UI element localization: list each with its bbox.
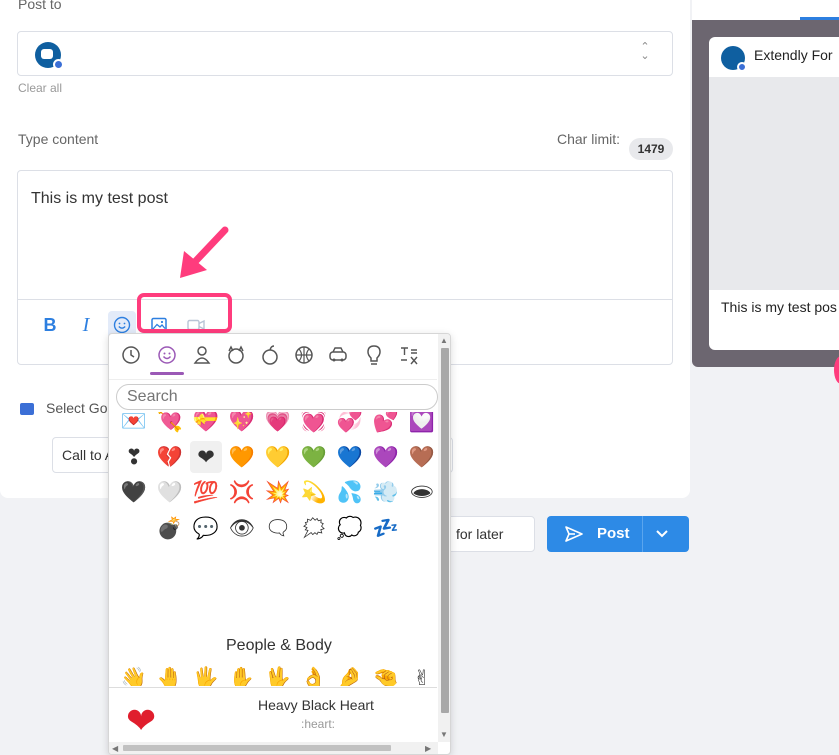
symbol-emoji[interactable]: 💭 — [334, 512, 366, 544]
annotation-arrow-icon — [180, 226, 229, 278]
people-emoji[interactable]: 🖖 — [262, 662, 294, 686]
post-button[interactable]: Post — [547, 516, 689, 552]
symbol-emoji[interactable]: 💓 — [298, 412, 330, 437]
symbol-emoji[interactable]: ❣ — [118, 441, 150, 473]
people-emoji[interactable]: 🤏 — [370, 662, 402, 686]
later-label: for later — [456, 526, 504, 542]
char-limit-badge: 1479 — [629, 138, 673, 160]
symbol-emoji[interactable]: 💙 — [334, 441, 366, 473]
chevron-down-icon[interactable] — [655, 529, 669, 539]
symbol-emoji[interactable]: 💜 — [370, 441, 402, 473]
symbol-emoji[interactable]: 🤎 — [406, 441, 437, 473]
travel-icon[interactable] — [325, 342, 351, 370]
post-label: Post — [597, 525, 630, 542]
people-body-section-title: People & Body — [226, 637, 332, 654]
select-go-label: Select Go — [46, 400, 108, 416]
symbol-emoji[interactable]: 💔 — [154, 441, 186, 473]
symbol-emoji[interactable]: 💬 — [190, 512, 222, 544]
people-emoji[interactable]: 🤚 — [154, 662, 186, 686]
scroll-right-icon[interactable]: ▶ — [425, 744, 431, 753]
preview-badge-icon — [737, 62, 747, 72]
post-to-select[interactable]: ⌃ ⌄ — [17, 31, 673, 76]
symbol-emoji[interactable]: 🗯 — [298, 512, 330, 544]
symbol-emoji[interactable]: 💣 — [154, 512, 186, 544]
activity-icon[interactable] — [291, 342, 317, 370]
symbol-emoji[interactable]: 💞 — [334, 412, 366, 437]
scroll-up-icon[interactable]: ▲ — [440, 336, 448, 345]
preview-tab-indicator — [800, 17, 839, 20]
vertical-scrollbar-thumb[interactable] — [441, 348, 449, 713]
symbol-emoji[interactable]: 💫 — [298, 476, 330, 508]
symbol-emoji[interactable]: 💗 — [262, 412, 294, 437]
animals-icon[interactable] — [223, 342, 249, 370]
horizontal-scrollbar-thumb[interactable] — [123, 745, 391, 751]
scroll-down-icon[interactable]: ▼ — [440, 730, 448, 739]
symbol-emoji[interactable]: 💕 — [370, 412, 402, 437]
symbol-emoji[interactable]: 💤 — [370, 512, 402, 544]
symbol-emoji[interactable]: 💯 — [190, 476, 222, 508]
people-emoji[interactable]: 🖐 — [190, 662, 222, 686]
symbol-emoji[interactable]: 💖 — [226, 412, 258, 437]
preview-post-text: This is my test pos — [721, 299, 837, 315]
content-text[interactable]: This is my test post — [31, 190, 168, 208]
preview-account-name: Extendly For — [754, 47, 833, 63]
symbols-icon[interactable] — [396, 342, 422, 370]
symbol-emoji[interactable]: 🧡 — [226, 441, 258, 473]
emoji-category-tabs — [109, 334, 437, 380]
post-to-label: Post to — [18, 0, 62, 12]
symbol-emoji[interactable]: 💌 — [118, 412, 150, 437]
selected-emoji-preview: ❤ — [126, 700, 157, 741]
scroll-left-icon[interactable]: ◀ — [112, 744, 118, 753]
recent-icon[interactable] — [118, 342, 144, 370]
post-button-divider — [642, 516, 643, 552]
symbol-emoji[interactable]: 💦 — [334, 476, 366, 508]
help-bubble-edge — [834, 356, 839, 384]
editor-divider — [18, 299, 672, 300]
people-emoji[interactable]: ✋ — [226, 662, 258, 686]
symbol-emoji[interactable]: 💟 — [406, 412, 437, 437]
symbol-emoji[interactable]: 💛 — [262, 441, 294, 473]
symbol-emoji[interactable]: 💝 — [190, 412, 222, 437]
active-category-indicator — [150, 372, 184, 375]
bold-button[interactable]: B — [36, 311, 64, 339]
emoji-picker: People & Body 💌💘💝💖💗💓💞💕💟❣💔❤🧡💛💚💙💜🤎🖤🤍💯💢💥💫💦💨… — [108, 333, 451, 755]
italic-button[interactable]: I — [72, 311, 100, 339]
people-emoji[interactable]: 🤌 — [334, 662, 366, 686]
location-icon — [20, 403, 34, 415]
preview-image-placeholder — [709, 77, 839, 290]
send-icon — [565, 526, 583, 542]
symbol-emoji[interactable]: 💥 — [262, 476, 294, 508]
account-badge-icon — [53, 59, 64, 70]
people-emoji[interactable]: 👋 — [118, 662, 150, 686]
selected-emoji-code: :heart: — [301, 717, 336, 731]
selected-emoji-name: Heavy Black Heart — [258, 697, 374, 713]
type-content-label: Type content — [18, 131, 99, 147]
symbol-emoji[interactable]: 💘 — [154, 412, 186, 437]
smileys-icon[interactable] — [154, 342, 180, 370]
symbol-emoji[interactable]: 💚 — [298, 441, 330, 473]
account-avatar — [35, 42, 64, 70]
emoji-grid: People & Body 💌 💘 💝 💖 💗 💓 💞 💕 💟 ❣ 💔 ❤ 🧡 💛 💚 💙 💜 🤎 🖤 🤍 💯 💢 💥 💫 💦 💨… — [109, 412, 437, 686]
char-limit-label: Char limit: — [557, 131, 621, 147]
symbol-emoji[interactable]: 🕳 — [406, 476, 437, 508]
annotation-highlight-box — [137, 293, 232, 333]
symbol-emoji[interactable]: ❤ — [190, 441, 222, 473]
people-emoji[interactable]: 👌 — [298, 662, 330, 686]
preview-card: Extendly For This is my test pos — [709, 37, 839, 350]
symbol-emoji[interactable]: 🗨 — [262, 512, 294, 544]
symbol-emoji[interactable]: 👁 — [226, 512, 258, 544]
symbol-emoji[interactable]: 💢 — [226, 476, 258, 508]
people-emoji[interactable]: ✌ — [406, 662, 437, 686]
clear-all-link[interactable]: Clear all — [18, 81, 62, 95]
symbol-emoji[interactable]: 🖤 — [118, 476, 150, 508]
preview-avatar — [721, 46, 747, 72]
symbol-emoji[interactable]: 🤍 — [154, 476, 186, 508]
symbol-emoji[interactable]: 💨 — [370, 476, 402, 508]
select-chevrons-icon: ⌃ ⌄ — [640, 41, 650, 62]
food-icon[interactable] — [257, 342, 283, 370]
objects-icon[interactable] — [361, 342, 387, 370]
people-icon[interactable] — [189, 342, 215, 370]
emoji-search-input[interactable] — [116, 384, 438, 410]
cta-value: Call to A — [62, 447, 115, 463]
